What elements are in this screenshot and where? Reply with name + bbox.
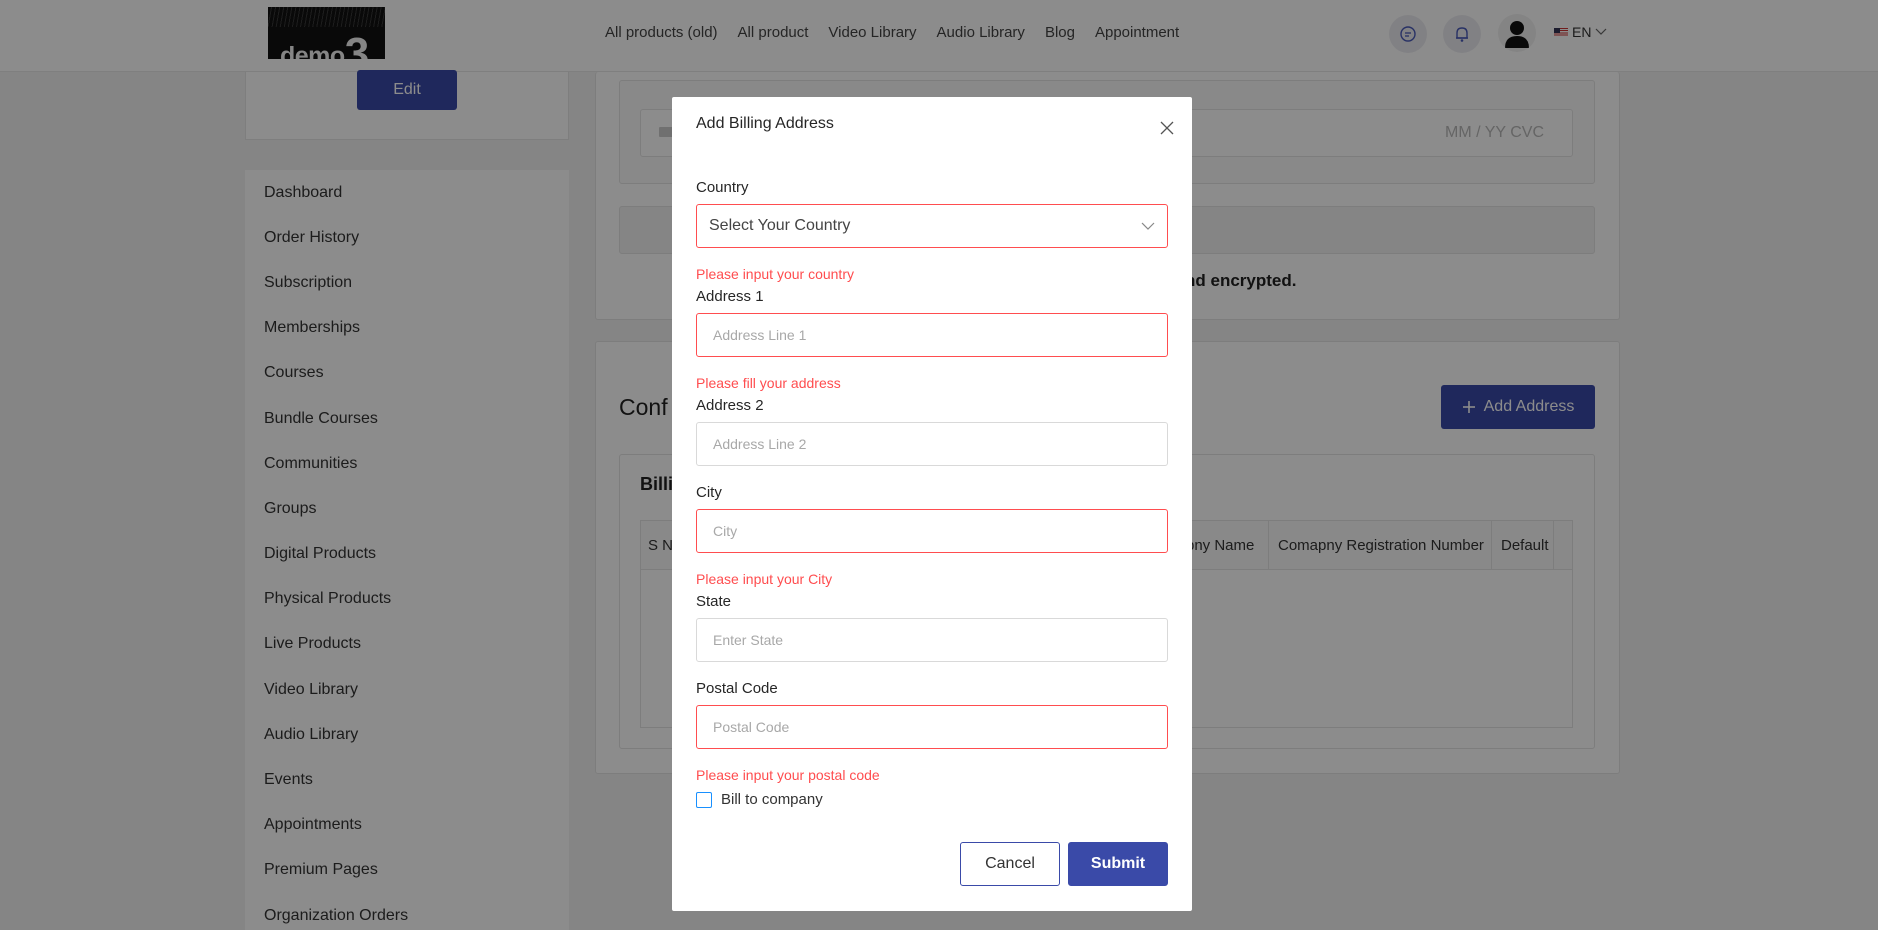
address1-label: Address 1 xyxy=(696,288,764,305)
state-input[interactable] xyxy=(696,618,1168,662)
bill-to-company-label: Bill to company xyxy=(721,791,823,808)
address2-label: Address 2 xyxy=(696,397,764,414)
postal-code-label: Postal Code xyxy=(696,680,778,697)
address1-input[interactable] xyxy=(696,313,1168,357)
cancel-button[interactable]: Cancel xyxy=(960,842,1060,886)
country-select-value: Select Your Country xyxy=(709,217,851,234)
chevron-down-icon xyxy=(1141,222,1155,230)
modal-title: Add Billing Address xyxy=(696,115,834,132)
city-error: Please input your City xyxy=(696,571,833,587)
state-label: State xyxy=(696,593,732,610)
postal-code-input[interactable] xyxy=(696,705,1168,749)
city-input[interactable] xyxy=(696,509,1168,553)
submit-button[interactable]: Submit xyxy=(1068,842,1168,886)
country-select[interactable]: Select Your Country xyxy=(696,204,1168,248)
postal-code-error: Please input your postal code xyxy=(696,767,880,783)
country-label: Country xyxy=(696,179,749,196)
address1-error: Please fill your address xyxy=(696,375,841,391)
close-icon[interactable] xyxy=(1156,117,1178,139)
bill-to-company-row[interactable]: Bill to company xyxy=(696,791,823,808)
country-error: Please input your country xyxy=(696,266,854,282)
address2-input[interactable] xyxy=(696,422,1168,466)
bill-to-company-checkbox[interactable] xyxy=(696,791,712,808)
city-label: City xyxy=(696,484,722,501)
add-billing-address-modal: Add Billing Address Country Select Your … xyxy=(672,97,1192,911)
